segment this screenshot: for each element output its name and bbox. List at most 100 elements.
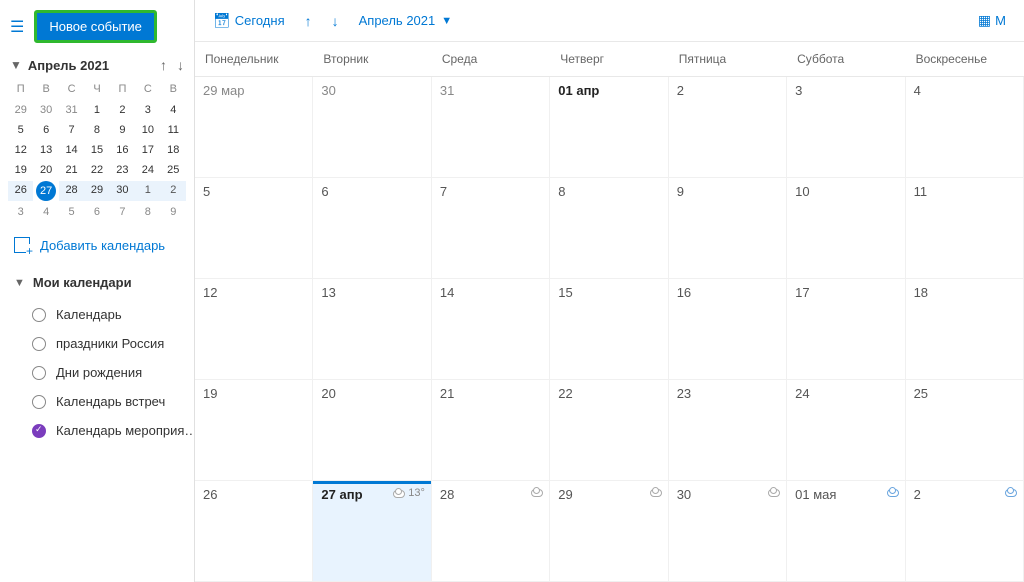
- mini-day[interactable]: 3: [8, 203, 33, 221]
- mini-day[interactable]: 24: [135, 161, 160, 179]
- mini-day[interactable]: 15: [84, 141, 109, 159]
- chevron-down-icon[interactable]: ▼: [10, 58, 22, 72]
- day-cell[interactable]: 24: [787, 380, 905, 481]
- mini-day[interactable]: 25: [161, 161, 186, 179]
- mini-day[interactable]: 1: [135, 181, 160, 201]
- day-cell[interactable]: 27 апр13°: [313, 481, 431, 582]
- day-cell[interactable]: 14: [432, 279, 550, 380]
- day-cell[interactable]: 11: [906, 178, 1024, 279]
- calendar-item[interactable]: Календарь мероприя…: [0, 416, 194, 445]
- new-event-button[interactable]: Новое событие: [37, 13, 154, 40]
- day-cell[interactable]: 25: [906, 380, 1024, 481]
- day-cell[interactable]: 01 мая: [787, 481, 905, 582]
- mini-day[interactable]: 18: [161, 141, 186, 159]
- day-cell[interactable]: 6: [313, 178, 431, 279]
- day-cell[interactable]: 01 апр: [550, 77, 668, 178]
- mini-day[interactable]: 7: [59, 121, 84, 139]
- day-cell[interactable]: 8: [550, 178, 668, 279]
- day-cell[interactable]: 13: [313, 279, 431, 380]
- calendar-color-circle[interactable]: [32, 337, 46, 351]
- mini-day[interactable]: 6: [84, 203, 109, 221]
- mini-day[interactable]: 27: [36, 181, 56, 201]
- mini-day[interactable]: 10: [135, 121, 160, 139]
- next-month-button[interactable]: ↓: [324, 9, 347, 33]
- day-cell[interactable]: 30: [669, 481, 787, 582]
- hamburger-icon[interactable]: ☰: [6, 15, 28, 39]
- mini-day[interactable]: 19: [8, 161, 33, 179]
- mini-day[interactable]: 5: [8, 121, 33, 139]
- prev-month-button[interactable]: ↑: [297, 9, 320, 33]
- mini-day[interactable]: 5: [59, 203, 84, 221]
- calendar-color-circle[interactable]: [32, 366, 46, 380]
- day-cell[interactable]: 23: [669, 380, 787, 481]
- day-cell[interactable]: 4: [906, 77, 1024, 178]
- mini-day[interactable]: 9: [161, 203, 186, 221]
- day-cell[interactable]: 29 мар: [195, 77, 313, 178]
- day-cell[interactable]: 3: [787, 77, 905, 178]
- day-cell[interactable]: 10: [787, 178, 905, 279]
- mini-day[interactable]: 12: [8, 141, 33, 159]
- mini-day[interactable]: 23: [110, 161, 135, 179]
- mini-day[interactable]: 29: [84, 181, 109, 201]
- day-cell[interactable]: 2: [669, 77, 787, 178]
- calendar-item[interactable]: Дни рождения: [0, 358, 194, 387]
- day-cell[interactable]: 9: [669, 178, 787, 279]
- mini-day[interactable]: 8: [135, 203, 160, 221]
- month-picker[interactable]: Апрель 2021 ▼: [351, 9, 461, 32]
- mini-month-label: Апрель 2021: [28, 58, 154, 73]
- mini-day[interactable]: 14: [59, 141, 84, 159]
- calendar-color-circle[interactable]: [32, 424, 46, 438]
- calendar-item[interactable]: праздники Россия: [0, 329, 194, 358]
- mini-day[interactable]: 31: [59, 101, 84, 119]
- day-cell[interactable]: 29: [550, 481, 668, 582]
- calendar-color-circle[interactable]: [32, 308, 46, 322]
- day-cell[interactable]: 30: [313, 77, 431, 178]
- add-calendar-button[interactable]: Добавить календарь: [0, 223, 194, 267]
- mini-day[interactable]: 11: [161, 121, 186, 139]
- view-switch-month[interactable]: ▦ М: [970, 8, 1014, 33]
- mini-day[interactable]: 22: [84, 161, 109, 179]
- mini-day[interactable]: 1: [84, 101, 109, 119]
- day-cell[interactable]: 31: [432, 77, 550, 178]
- mini-day[interactable]: 7: [110, 203, 135, 221]
- day-cell[interactable]: 7: [432, 178, 550, 279]
- day-cell[interactable]: 26: [195, 481, 313, 582]
- mini-day[interactable]: 4: [33, 203, 58, 221]
- mini-day[interactable]: 17: [135, 141, 160, 159]
- day-cell[interactable]: 16: [669, 279, 787, 380]
- calendar-item[interactable]: Календарь встреч: [0, 387, 194, 416]
- mini-day[interactable]: 2: [161, 181, 186, 201]
- mini-day[interactable]: 2: [110, 101, 135, 119]
- day-cell[interactable]: 5: [195, 178, 313, 279]
- today-button[interactable]: 📅︎ Сегодня: [205, 8, 293, 33]
- my-calendars-header[interactable]: ▼ Мои календари: [0, 267, 194, 298]
- mini-day[interactable]: 20: [33, 161, 58, 179]
- day-cell[interactable]: 18: [906, 279, 1024, 380]
- mini-next-icon[interactable]: ↓: [177, 57, 184, 73]
- day-cell[interactable]: 22: [550, 380, 668, 481]
- day-cell[interactable]: 28: [432, 481, 550, 582]
- mini-day[interactable]: 6: [33, 121, 58, 139]
- mini-day[interactable]: 9: [110, 121, 135, 139]
- day-cell[interactable]: 21: [432, 380, 550, 481]
- day-cell[interactable]: 12: [195, 279, 313, 380]
- mini-day[interactable]: 26: [8, 181, 33, 201]
- day-cell[interactable]: 15: [550, 279, 668, 380]
- mini-day[interactable]: 21: [59, 161, 84, 179]
- day-cell[interactable]: 2: [906, 481, 1024, 582]
- day-cell[interactable]: 20: [313, 380, 431, 481]
- calendar-color-circle[interactable]: [32, 395, 46, 409]
- mini-day[interactable]: 13: [33, 141, 58, 159]
- mini-day[interactable]: 29: [8, 101, 33, 119]
- mini-prev-icon[interactable]: ↑: [160, 57, 167, 73]
- day-cell[interactable]: 17: [787, 279, 905, 380]
- mini-day[interactable]: 3: [135, 101, 160, 119]
- mini-day[interactable]: 30: [33, 101, 58, 119]
- mini-day[interactable]: 8: [84, 121, 109, 139]
- calendar-item[interactable]: Календарь: [0, 300, 194, 329]
- mini-day[interactable]: 16: [110, 141, 135, 159]
- mini-day[interactable]: 4: [161, 101, 186, 119]
- mini-day[interactable]: 28: [59, 181, 84, 201]
- mini-day[interactable]: 30: [110, 181, 135, 201]
- day-cell[interactable]: 19: [195, 380, 313, 481]
